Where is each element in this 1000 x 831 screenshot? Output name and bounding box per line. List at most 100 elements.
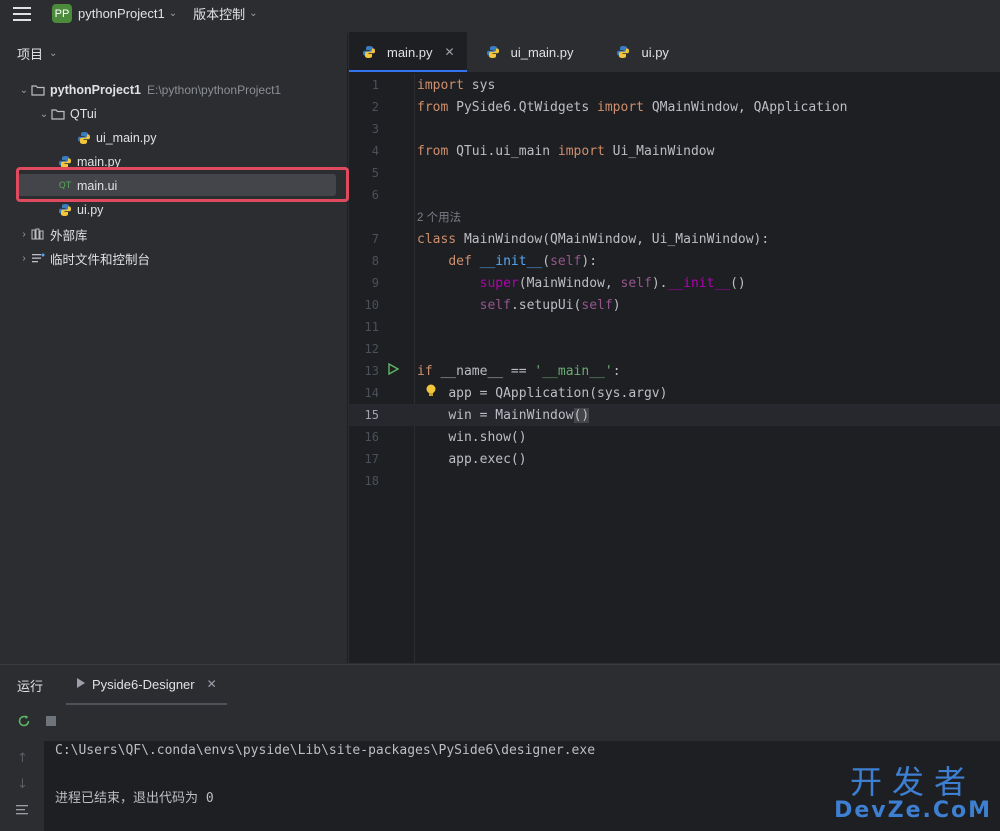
line-number: 16 [364,430,379,444]
chevron-down-icon: ⌄ [49,47,58,59]
line-number: 6 [371,188,379,202]
project-badge[interactable]: PP [52,4,72,23]
watermark-logo: 开发者 DevZe.CoM [834,765,992,823]
python-file-icon [615,44,631,60]
vcs-label: 版本控制 [193,7,246,22]
code-token: win.show() [448,429,527,445]
main-menu-icon[interactable] [0,0,44,27]
code-token: def [448,253,472,269]
code-token: __name__ == [432,363,535,379]
chevron-down-icon[interactable]: ⌄ [38,109,50,120]
close-icon[interactable]: ✕ [207,677,217,691]
code-token: () [573,407,590,423]
console-output-path: C:\Users\QF\.conda\envs\pyside\Lib\site-… [55,743,596,758]
stop-icon[interactable] [45,715,57,731]
code-line: 11 [349,316,1000,338]
tab-main-py[interactable]: main.py ✕ [349,32,467,72]
tree-item-project-root[interactable]: ⌄ pythonProject1 E:\python\pythonProject… [18,78,281,102]
code-token: MainWindow(QMainWindow, Ui_MainWindow): [456,231,770,247]
usage-hint-line[interactable]: 2 个用法 [349,206,1000,228]
line-number: 9 [371,276,379,290]
chevron-down-icon[interactable]: ⌄ [18,85,30,96]
code-token: (MainWindow, [518,275,621,291]
chevron-right-icon[interactable]: › [18,229,30,240]
play-icon [76,677,86,692]
library-icon [30,226,46,242]
project-panel-header[interactable]: 项目 ⌄ [0,33,347,73]
line-number: 18 [364,474,379,488]
rerun-icon[interactable] [17,714,31,732]
code-line: 18 [349,470,1000,492]
python-file-icon [361,44,377,60]
tree-item-label: pythonProject1 [50,83,141,97]
code-token: from [417,99,449,115]
run-panel-header: 运行 Pyside6-Designer ✕ [0,665,1000,705]
code-token: .setupUi( [510,297,582,313]
code-line: 14 app = QApplication(sys.argv) [349,382,1000,404]
run-icon[interactable] [387,362,400,379]
chevron-down-icon: ⌄ [249,8,258,19]
scratches-icon [30,250,46,266]
code-token: from [417,143,449,159]
code-token: self [479,297,511,313]
code-token: QMainWindow, QApplication [644,99,848,115]
code-token: class [417,231,457,247]
code-token: ): [581,253,598,269]
editor-tabs: main.py ✕ ui_main.py ui.py [349,32,1000,73]
tree-item-label: QTui [70,107,97,121]
tree-item-qtui[interactable]: ⌄ QTui [38,102,97,126]
arrow-down-icon[interactable]: ↓ [17,777,28,792]
line-number: 2 [371,100,379,114]
vcs-menu[interactable]: 版本控制 ⌄ [193,4,257,23]
code-line-current: 15 win = MainWindow() [349,404,1000,426]
run-panel-title: 运行 [17,678,44,694]
tree-item-label: 临时文件和控制台 [50,252,151,267]
project-switcher[interactable]: pythonProject1 ⌄ [78,6,177,21]
code-line: 8 def __init__(self): [349,250,1000,272]
tree-item-external-libs[interactable]: › 外部库 [18,222,88,246]
tree-item-ui-main-py[interactable]: ui_main.py [76,126,156,150]
code-line: 7 class MainWindow(QMainWindow, Ui_MainW… [349,228,1000,250]
code-token: '__main__' [534,363,613,379]
arrow-up-icon[interactable]: ↑ [17,751,28,766]
code-line: 3 [349,118,1000,140]
line-number: 8 [371,254,379,268]
code-token: win = MainWindow [448,407,574,423]
project-name: pythonProject1 [78,6,165,21]
tab-ui-main-py[interactable]: ui_main.py [473,32,586,72]
code-line: 5 [349,162,1000,184]
tab-ui-py[interactable]: ui.py [603,32,680,72]
code-token: import [557,143,605,159]
code-token: () [730,275,746,291]
folder-icon [50,106,66,122]
tree-item-label: 外部库 [50,228,88,243]
run-side-toolbar: ↑ ↓ [0,741,44,831]
tree-item-scratches[interactable]: › 临时文件和控制台 [18,246,150,270]
python-file-icon [57,202,73,218]
run-toolbar [0,705,1000,741]
chevron-right-icon[interactable]: › [18,253,30,264]
code-line: 10 self.setupUi(self) [349,294,1000,316]
code-token: self [550,253,582,269]
line-number: 5 [371,166,379,180]
line-number: 4 [371,144,379,158]
console-exit-message: 进程已结束，退出代码为 0 [55,791,214,806]
tab-label: main.py [387,44,433,60]
code-token: ( [542,253,551,269]
code-token: Ui_MainWindow [604,143,715,159]
line-number: 15 [364,408,379,422]
close-icon[interactable]: ✕ [445,45,455,59]
code-editor[interactable]: main.py ✕ ui_main.py ui.py 1 import sys … [349,32,1000,663]
line-number: 12 [364,342,379,356]
tree-item-label: ui.py [77,203,104,217]
usage-hint[interactable]: 2 个用法 [417,209,461,225]
code-line: 2 from PySide6.QtWidgets import QMainWin… [349,96,1000,118]
code-token: self [581,297,613,313]
line-number: 13 [364,364,379,378]
soft-wrap-icon[interactable] [15,803,31,819]
code-line: 1 import sys [349,74,1000,96]
run-tab-pyside6-designer[interactable]: Pyside6-Designer ✕ [66,665,227,705]
line-number: 1 [371,78,379,92]
title-bar: PP pythonProject1 ⌄ 版本控制 ⌄ [0,0,1000,27]
line-number: 10 [364,298,379,312]
